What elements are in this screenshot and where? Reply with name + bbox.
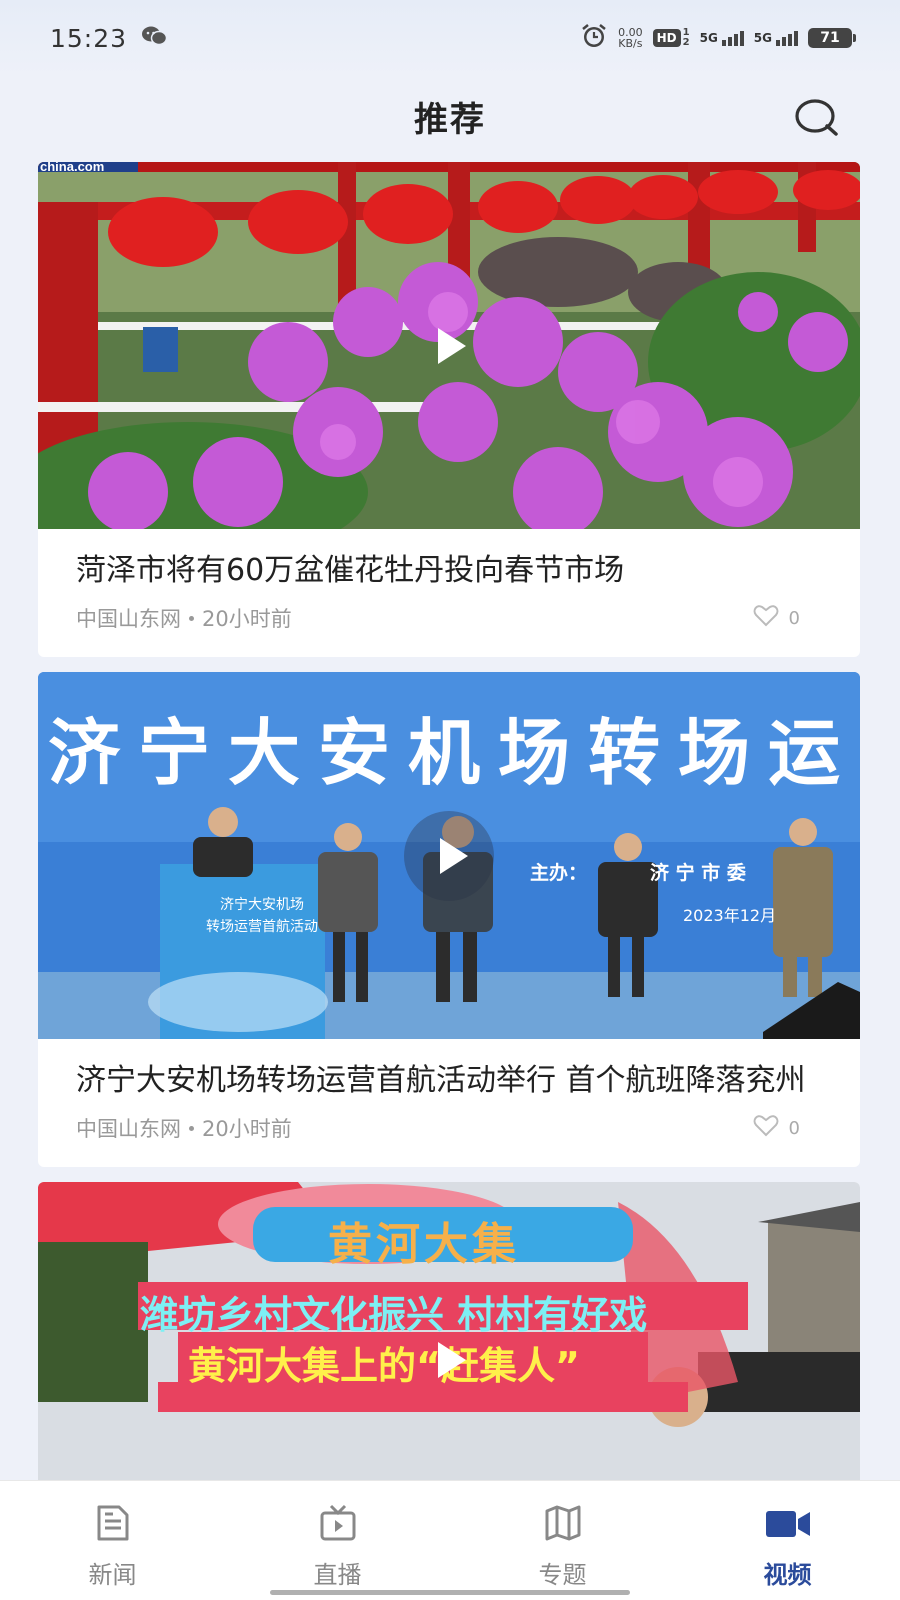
like-count: 0 <box>788 1117 800 1139</box>
status-time: 15:23 <box>50 23 128 53</box>
heart-icon <box>753 1114 779 1142</box>
podium-sign-line2: 转场运营首航活动 <box>206 919 318 935</box>
watermark-text: china.com <box>40 162 105 174</box>
video-title[interactable]: 菏泽市将有60万盆催花牡丹投向春节市场 <box>76 549 822 593</box>
thumb-date-text: 2023年12月 <box>683 906 777 925</box>
podium-sign-line1: 济宁大安机场 <box>220 897 304 913</box>
video-thumbnail[interactable]: 黄河大集 潍坊乡村文化振兴 村村有好戏 黄河大集上的“赶集人” <box>38 1182 860 1480</box>
video-thumbnail[interactable]: 济宁大安机场转场运 主办： 济 宁 市 委 2023年12月 济宁大安机场 转场… <box>38 672 860 1039</box>
video-card[interactable]: china.com 菏泽市将有60万盆催花牡丹投向春节市场 中国山东网 20小时… <box>38 162 860 657</box>
battery-level: 71 <box>820 30 840 46</box>
like-button[interactable]: 0 <box>753 604 800 632</box>
hd-icon: HD 1 2 <box>652 28 690 48</box>
card-body: 济宁大安机场转场运营首航活动举行 首个航班降落兖州 中国山东网 20小时前 0 <box>38 1039 860 1167</box>
tab-label: 直播 <box>313 1561 362 1589</box>
video-source: 中国山东网 <box>76 607 181 631</box>
meta-separator <box>189 615 194 621</box>
thumb-logo-text: 黄河大集 <box>328 1219 520 1270</box>
like-count: 0 <box>788 607 800 629</box>
alarm-icon <box>580 22 608 54</box>
header: 推荐 <box>0 76 900 156</box>
video-title[interactable]: 济宁大安机场转场运营首航活动举行 首个航班降落兖州 <box>76 1059 822 1103</box>
thumb-host-label: 主办： <box>530 862 588 884</box>
tab-label: 专题 <box>538 1561 587 1589</box>
play-button[interactable] <box>404 1315 494 1405</box>
tv-icon <box>318 1503 358 1547</box>
tab-label: 视频 <box>763 1561 812 1589</box>
status-bar: 15:23 0.00 KB/s HD 1 2 5G 5G 71 <box>0 0 900 76</box>
video-time: 20小时前 <box>202 1117 292 1141</box>
hd-sub-bottom: 2 <box>682 37 690 48</box>
video-card[interactable]: 黄河大集 潍坊乡村文化振兴 村村有好戏 黄河大集上的“赶集人” <box>38 1182 860 1480</box>
tab-video[interactable]: 视频 <box>728 1503 848 1600</box>
tab-topics[interactable]: 专题 <box>503 1503 623 1600</box>
hd-badge: HD <box>652 29 681 47</box>
signal-icon-2: 5G <box>753 30 798 46</box>
tab-news[interactable]: 新闻 <box>53 1503 173 1600</box>
signal-icon: 5G <box>699 30 744 46</box>
home-indicator[interactable] <box>270 1590 630 1595</box>
tab-live[interactable]: 直播 <box>278 1503 398 1600</box>
net-speed-unit: KB/s <box>618 37 643 50</box>
battery-icon: 71 <box>808 28 856 48</box>
card-meta: 中国山东网 20小时前 0 <box>76 1113 822 1143</box>
thumb-caption-line1: 潍坊乡村文化振兴 村村有好戏 <box>140 1293 648 1337</box>
search-icon[interactable] <box>794 98 840 138</box>
signal-label: 5G <box>699 30 718 45</box>
video-card[interactable]: 济宁大安机场转场运 主办： 济 宁 市 委 2023年12月 济宁大安机场 转场… <box>38 672 860 1167</box>
signal-label-2: 5G <box>753 30 772 45</box>
net-speed: 0.00 KB/s <box>618 27 643 49</box>
heart-icon <box>753 604 779 632</box>
page-title: 推荐 <box>414 99 486 140</box>
map-icon <box>543 1503 583 1547</box>
video-time: 20小时前 <box>202 607 292 631</box>
play-button[interactable] <box>404 810 494 901</box>
play-button[interactable] <box>404 301 494 391</box>
wechat-icon <box>141 25 168 51</box>
meta-separator <box>189 1125 194 1131</box>
video-source: 中国山东网 <box>76 1117 181 1141</box>
bottom-tab-bar: 新闻 直播 专题 视频 <box>0 1480 900 1600</box>
video-camera-icon <box>764 1503 812 1547</box>
video-feed[interactable]: china.com 菏泽市将有60万盆催花牡丹投向春节市场 中国山东网 20小时… <box>38 162 860 1480</box>
thumb-banner-text: 济宁大安机场转场运 <box>48 711 859 795</box>
document-icon <box>93 1503 133 1547</box>
tab-label: 新闻 <box>88 1561 137 1589</box>
card-meta: 中国山东网 20小时前 0 <box>76 603 822 633</box>
video-thumbnail[interactable]: china.com <box>38 162 860 529</box>
thumb-host-text: 济 宁 市 委 <box>650 862 746 884</box>
like-button[interactable]: 0 <box>753 1114 800 1142</box>
card-body: 菏泽市将有60万盆催花牡丹投向春节市场 中国山东网 20小时前 0 <box>38 529 860 657</box>
thumb-caption-line2: 黄河大集上的“赶集人” <box>188 1344 580 1388</box>
